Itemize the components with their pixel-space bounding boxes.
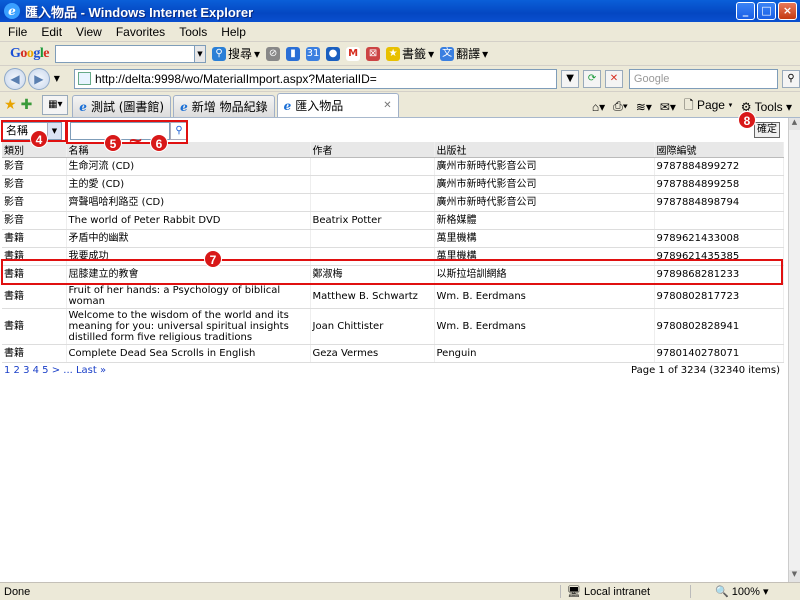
zoom-control[interactable]: 🔍 100% ▾	[690, 585, 768, 598]
calendar-icon[interactable]: 31	[306, 46, 321, 61]
window-title: 匯入物品 - Windows Internet Explorer	[25, 4, 254, 20]
annotation-box-search	[66, 120, 188, 144]
material-table: 類別 名稱 作者 出版社 國際編號 影音 生命河流 (CD) 廣州市新時代影音公司 9…	[2, 142, 784, 363]
menu-help[interactable]: Help	[221, 25, 246, 39]
header-name[interactable]: 名稱	[66, 142, 311, 158]
title-bar: e 匯入物品 - Windows Internet Explorer _ □ ×	[0, 0, 800, 22]
chevron-down-icon[interactable]: ▼	[54, 74, 60, 83]
quick-tabs-icon[interactable]: ▦▾	[42, 95, 69, 115]
header-author[interactable]: 作者	[310, 142, 435, 158]
table-row[interactable]: 影音 The world of Peter Rabbit DVD Beatrix P…	[2, 211, 784, 230]
ie-page-icon: e	[79, 99, 87, 114]
table-row[interactable]: 書籍 Welcome to the wisdom of the world and…	[2, 308, 784, 345]
table-row[interactable]: 書籍 Fruit of her hands: a Psychology of bi…	[2, 283, 784, 309]
address-bar: ◀ ▶ ▼ http://delta:9998/wo/MaterialImpor…	[0, 66, 800, 92]
annotation-badge-7: 7	[204, 250, 222, 268]
favorites-star-icon[interactable]: ★	[4, 97, 17, 113]
popup-blocker-icon[interactable]: ⊠	[366, 46, 381, 61]
forward-button[interactable]: ▶	[27, 67, 50, 90]
tab-import-material[interactable]: e 匯入物品 ✕	[276, 93, 399, 117]
address-dropdown-button[interactable]: ▼	[561, 69, 580, 88]
ie-page-icon: e	[180, 99, 188, 114]
menu-file[interactable]: File	[8, 25, 27, 39]
table-row[interactable]: 影音 主的愛 (CD) 廣州市新時代影音公司 9787884899258	[2, 175, 784, 194]
mail-icon[interactable]: ✉▾	[660, 100, 676, 114]
table-row[interactable]: 書籍 Complete Dead Sea Scrolls in English Ge…	[2, 344, 784, 363]
annotation-badge-4: 4	[30, 130, 48, 148]
book-icon[interactable]: ▮	[286, 46, 301, 61]
menu-bar: File Edit View Favorites Tools Help	[0, 22, 800, 42]
add-favorites-icon[interactable]: ✚	[21, 97, 33, 113]
annotation-tilde: ~	[128, 130, 144, 151]
page-content: 名稱 ▼ ⚲ 確定 類別 名稱 作者 出版社 國際編號 影音 生命河流 (CD) 廣…	[0, 118, 788, 582]
menu-view[interactable]: View	[76, 25, 102, 39]
stop-icon[interactable]: ✕	[605, 69, 623, 88]
google-search-input[interactable]	[55, 44, 195, 63]
minimize-button[interactable]: _	[736, 2, 755, 20]
annotation-box-selected-row	[1, 259, 783, 285]
tab-test-library[interactable]: e 測試 (圖書館)	[72, 95, 172, 117]
search-icon: ⚲	[212, 46, 226, 61]
close-tab-icon[interactable]: ✕	[383, 100, 391, 111]
search-icon[interactable]: ⚲	[782, 69, 800, 88]
tab-new-material[interactable]: e 新增 物品紀錄	[173, 95, 275, 117]
home-icon[interactable]: ⌂▾	[592, 100, 605, 114]
confirm-button[interactable]: 確定	[754, 122, 780, 138]
translate-button[interactable]: 文翻譯 ▾	[440, 45, 488, 62]
maximize-button[interactable]: □	[757, 2, 776, 20]
header-isbn[interactable]: 國際編號	[654, 142, 784, 158]
security-zone: 🖥 Local intranet	[560, 585, 690, 598]
globe-icon[interactable]: ●	[326, 46, 341, 61]
annotation-badge-6: 6	[150, 134, 168, 152]
page-menu-button[interactable]: 🗋 Page ▾	[684, 96, 733, 117]
url-input[interactable]: http://delta:9998/wo/MaterialImport.aspx…	[73, 68, 558, 89]
close-button[interactable]: ×	[778, 2, 797, 20]
tab-bar: ★ ✚ ▦▾ e 測試 (圖書館) e 新增 物品紀錄 e 匯入物品 ✕ ⌂▾ ⎙▾ ≋…	[0, 92, 800, 118]
scroll-down-icon[interactable]: ▼	[789, 570, 800, 582]
star-icon: ★	[386, 46, 401, 61]
table-row[interactable]: 影音 齊聲唱哈利路亞 (CD) 廣州市新時代影音公司 9787884898794	[2, 193, 784, 212]
menu-favorites[interactable]: Favorites	[116, 25, 165, 39]
menu-tools[interactable]: Tools	[179, 25, 207, 39]
live-search-input[interactable]: Google	[628, 68, 779, 89]
pager-info: Page 1 of 3234 (32340 items)	[631, 365, 780, 376]
google-search-button[interactable]: ⚲ 搜尋 ▾	[212, 45, 260, 62]
ie-logo-icon: e	[4, 3, 20, 19]
bookmarks-button[interactable]: ★ 書籤 ▾	[386, 45, 434, 62]
google-logo: Google	[10, 45, 49, 61]
annotation-badge-5: 5	[104, 134, 122, 152]
annotation-badge-8: 8	[738, 111, 756, 129]
mail-icon[interactable]: M	[346, 46, 361, 61]
table-row[interactable]: 書籍 矛盾中的幽默 萬里機構 9789621433008	[2, 229, 784, 248]
page-icon	[77, 72, 91, 85]
ie-page-icon: e	[283, 98, 292, 113]
google-toolbar: Google ▼ ⚲ 搜尋 ▾ ⊘ ▮ 31 ● M ⊠ ★ 書籤 ▾ 文翻譯 ▾	[0, 42, 800, 66]
status-text: Done	[4, 585, 31, 598]
translate-icon: 文	[440, 46, 455, 61]
feeds-icon[interactable]: ≋▾	[636, 100, 652, 114]
refresh-icon[interactable]: ⟳	[583, 69, 601, 88]
menu-edit[interactable]: Edit	[41, 25, 62, 39]
pager-links[interactable]: 1 2 3 4 5 > ... Last »	[4, 365, 106, 376]
table-row[interactable]: 影音 生命河流 (CD) 廣州市新時代影音公司 9787884899272	[2, 157, 784, 176]
block-icon[interactable]: ⊘	[266, 46, 281, 61]
chevron-down-icon[interactable]: ▼	[194, 44, 206, 63]
status-bar: Done 🖥 Local intranet 🔍 100% ▾	[0, 582, 800, 600]
back-button[interactable]: ◀	[4, 67, 26, 90]
scroll-up-icon[interactable]: ▲	[789, 118, 800, 130]
header-publisher[interactable]: 出版社	[434, 142, 655, 158]
print-icon[interactable]: ⎙▾	[613, 99, 628, 114]
vertical-scrollbar[interactable]: ▲ ▼	[788, 118, 800, 582]
